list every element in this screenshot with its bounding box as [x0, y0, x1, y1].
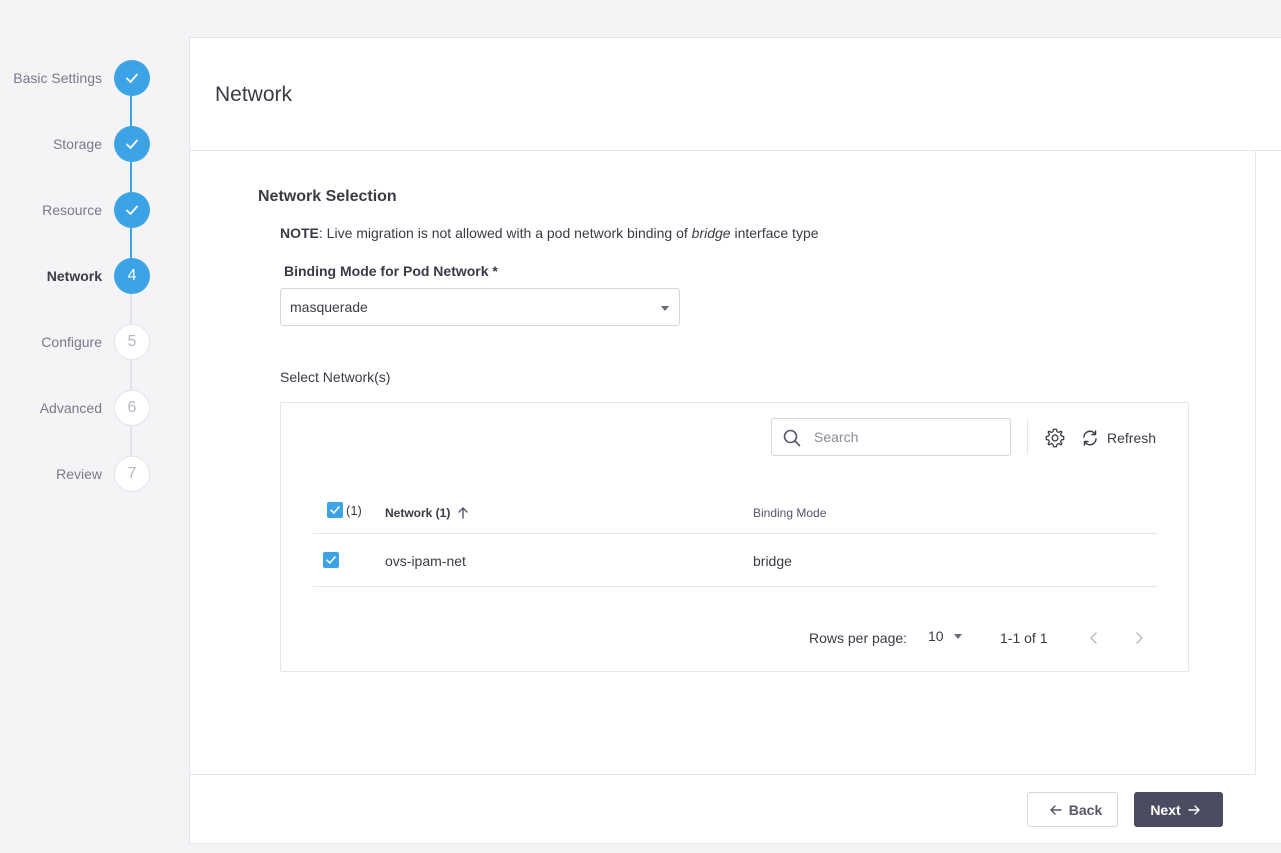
- step-label: Storage: [52, 136, 102, 152]
- note-prefix: NOTE: [280, 225, 319, 241]
- step-number: 5: [114, 324, 150, 360]
- check-icon: [114, 60, 150, 96]
- refresh-label: Refresh: [1107, 430, 1157, 446]
- next-button[interactable]: Next: [1134, 792, 1223, 827]
- arrow-left-icon: [1050, 804, 1062, 815]
- check-icon: [114, 126, 150, 162]
- gear-icon[interactable]: [1044, 427, 1066, 449]
- rows-per-page-label: Rows per page:: [809, 630, 908, 646]
- note-text-after: interface type: [730, 225, 819, 241]
- step-review[interactable]: Review 7: [0, 456, 150, 492]
- sort-ascending-icon: [458, 507, 469, 519]
- chevron-left-icon[interactable]: [1084, 628, 1104, 648]
- arrow-right-icon: [1187, 804, 1200, 815]
- rows-per-page-select[interactable]: 10: [928, 628, 962, 644]
- back-button[interactable]: Back: [1027, 792, 1118, 827]
- wizard-stepper: Basic Settings Storage Resource Network …: [0, 0, 190, 853]
- rows-per-page-value: 10: [928, 628, 944, 644]
- step-advanced[interactable]: Advanced 6: [0, 390, 150, 426]
- table-row[interactable]: ovs-ipam-net bridge: [313, 534, 1157, 587]
- panel-header: Network: [190, 38, 1281, 151]
- note-emphasis: bridge: [691, 225, 731, 241]
- migration-note: NOTE: Live migration is not allowed with…: [280, 225, 819, 241]
- next-label: Next: [1150, 801, 1181, 818]
- step-number: 6: [114, 390, 150, 426]
- column-header-network-label: Network (1): [385, 506, 451, 520]
- selected-count: (1): [346, 503, 362, 518]
- step-label: Network: [46, 268, 102, 284]
- back-label: Back: [1068, 801, 1103, 818]
- binding-mode-label: Binding Mode for Pod Network *: [284, 263, 498, 279]
- step-configure[interactable]: Configure 5: [0, 324, 150, 360]
- pagination-range: 1-1 of 1: [1000, 630, 1048, 646]
- step-storage[interactable]: Storage: [0, 126, 150, 162]
- check-icon: [326, 556, 336, 564]
- chevron-down-icon: [661, 306, 669, 311]
- column-header-binding-mode[interactable]: Binding Mode: [753, 506, 826, 520]
- binding-mode-value: masquerade: [290, 299, 368, 315]
- page-title: Network: [215, 83, 293, 106]
- check-icon: [114, 192, 150, 228]
- binding-mode-cell: bridge: [753, 553, 792, 569]
- step-network[interactable]: Network 4: [0, 258, 150, 294]
- content-divider: [1255, 151, 1256, 775]
- search-icon: [783, 429, 801, 447]
- check-icon: [330, 506, 340, 514]
- binding-mode-select[interactable]: masquerade: [280, 288, 680, 326]
- search-input[interactable]: [812, 428, 992, 446]
- refresh-button[interactable]: Refresh: [1081, 427, 1156, 449]
- step-resource[interactable]: Resource: [0, 192, 150, 228]
- select-networks-label: Select Network(s): [280, 369, 391, 385]
- step-label: Review: [56, 466, 102, 482]
- network-name: ovs-ipam-net: [385, 553, 466, 569]
- chevron-down-icon: [953, 633, 962, 639]
- section-title: Network Selection: [258, 188, 397, 205]
- networks-table-card: Refresh (1) Network (1) Binding Mode ovs…: [280, 402, 1189, 672]
- step-basic-settings[interactable]: Basic Settings: [0, 60, 150, 96]
- search-field[interactable]: [771, 418, 1011, 456]
- pagination: Rows per page: 10 1-1 of 1: [281, 628, 1190, 648]
- stepper-remaining-line: [130, 276, 132, 474]
- refresh-icon: [1083, 430, 1097, 446]
- step-label: Configure: [41, 334, 102, 350]
- row-checkbox[interactable]: [323, 552, 339, 568]
- note-text-before: : Live migration is not allowed with a p…: [318, 225, 692, 241]
- wizard-panel: Network Network Selection NOTE: Live mig…: [189, 37, 1281, 844]
- step-label: Resource: [42, 202, 102, 218]
- step-label: Basic Settings: [13, 70, 102, 86]
- select-all-checkbox[interactable]: [327, 502, 343, 518]
- column-header-network[interactable]: Network (1): [385, 506, 470, 520]
- step-number: 7: [114, 456, 150, 492]
- stepper-progress-line: [130, 78, 132, 276]
- table-header: (1) Network (1) Binding Mode: [313, 495, 1157, 534]
- toolbar-divider: [1027, 420, 1028, 454]
- step-label: Advanced: [39, 400, 102, 416]
- step-number: 4: [114, 258, 150, 294]
- footer-divider: [190, 774, 1256, 775]
- chevron-right-icon[interactable]: [1129, 628, 1149, 648]
